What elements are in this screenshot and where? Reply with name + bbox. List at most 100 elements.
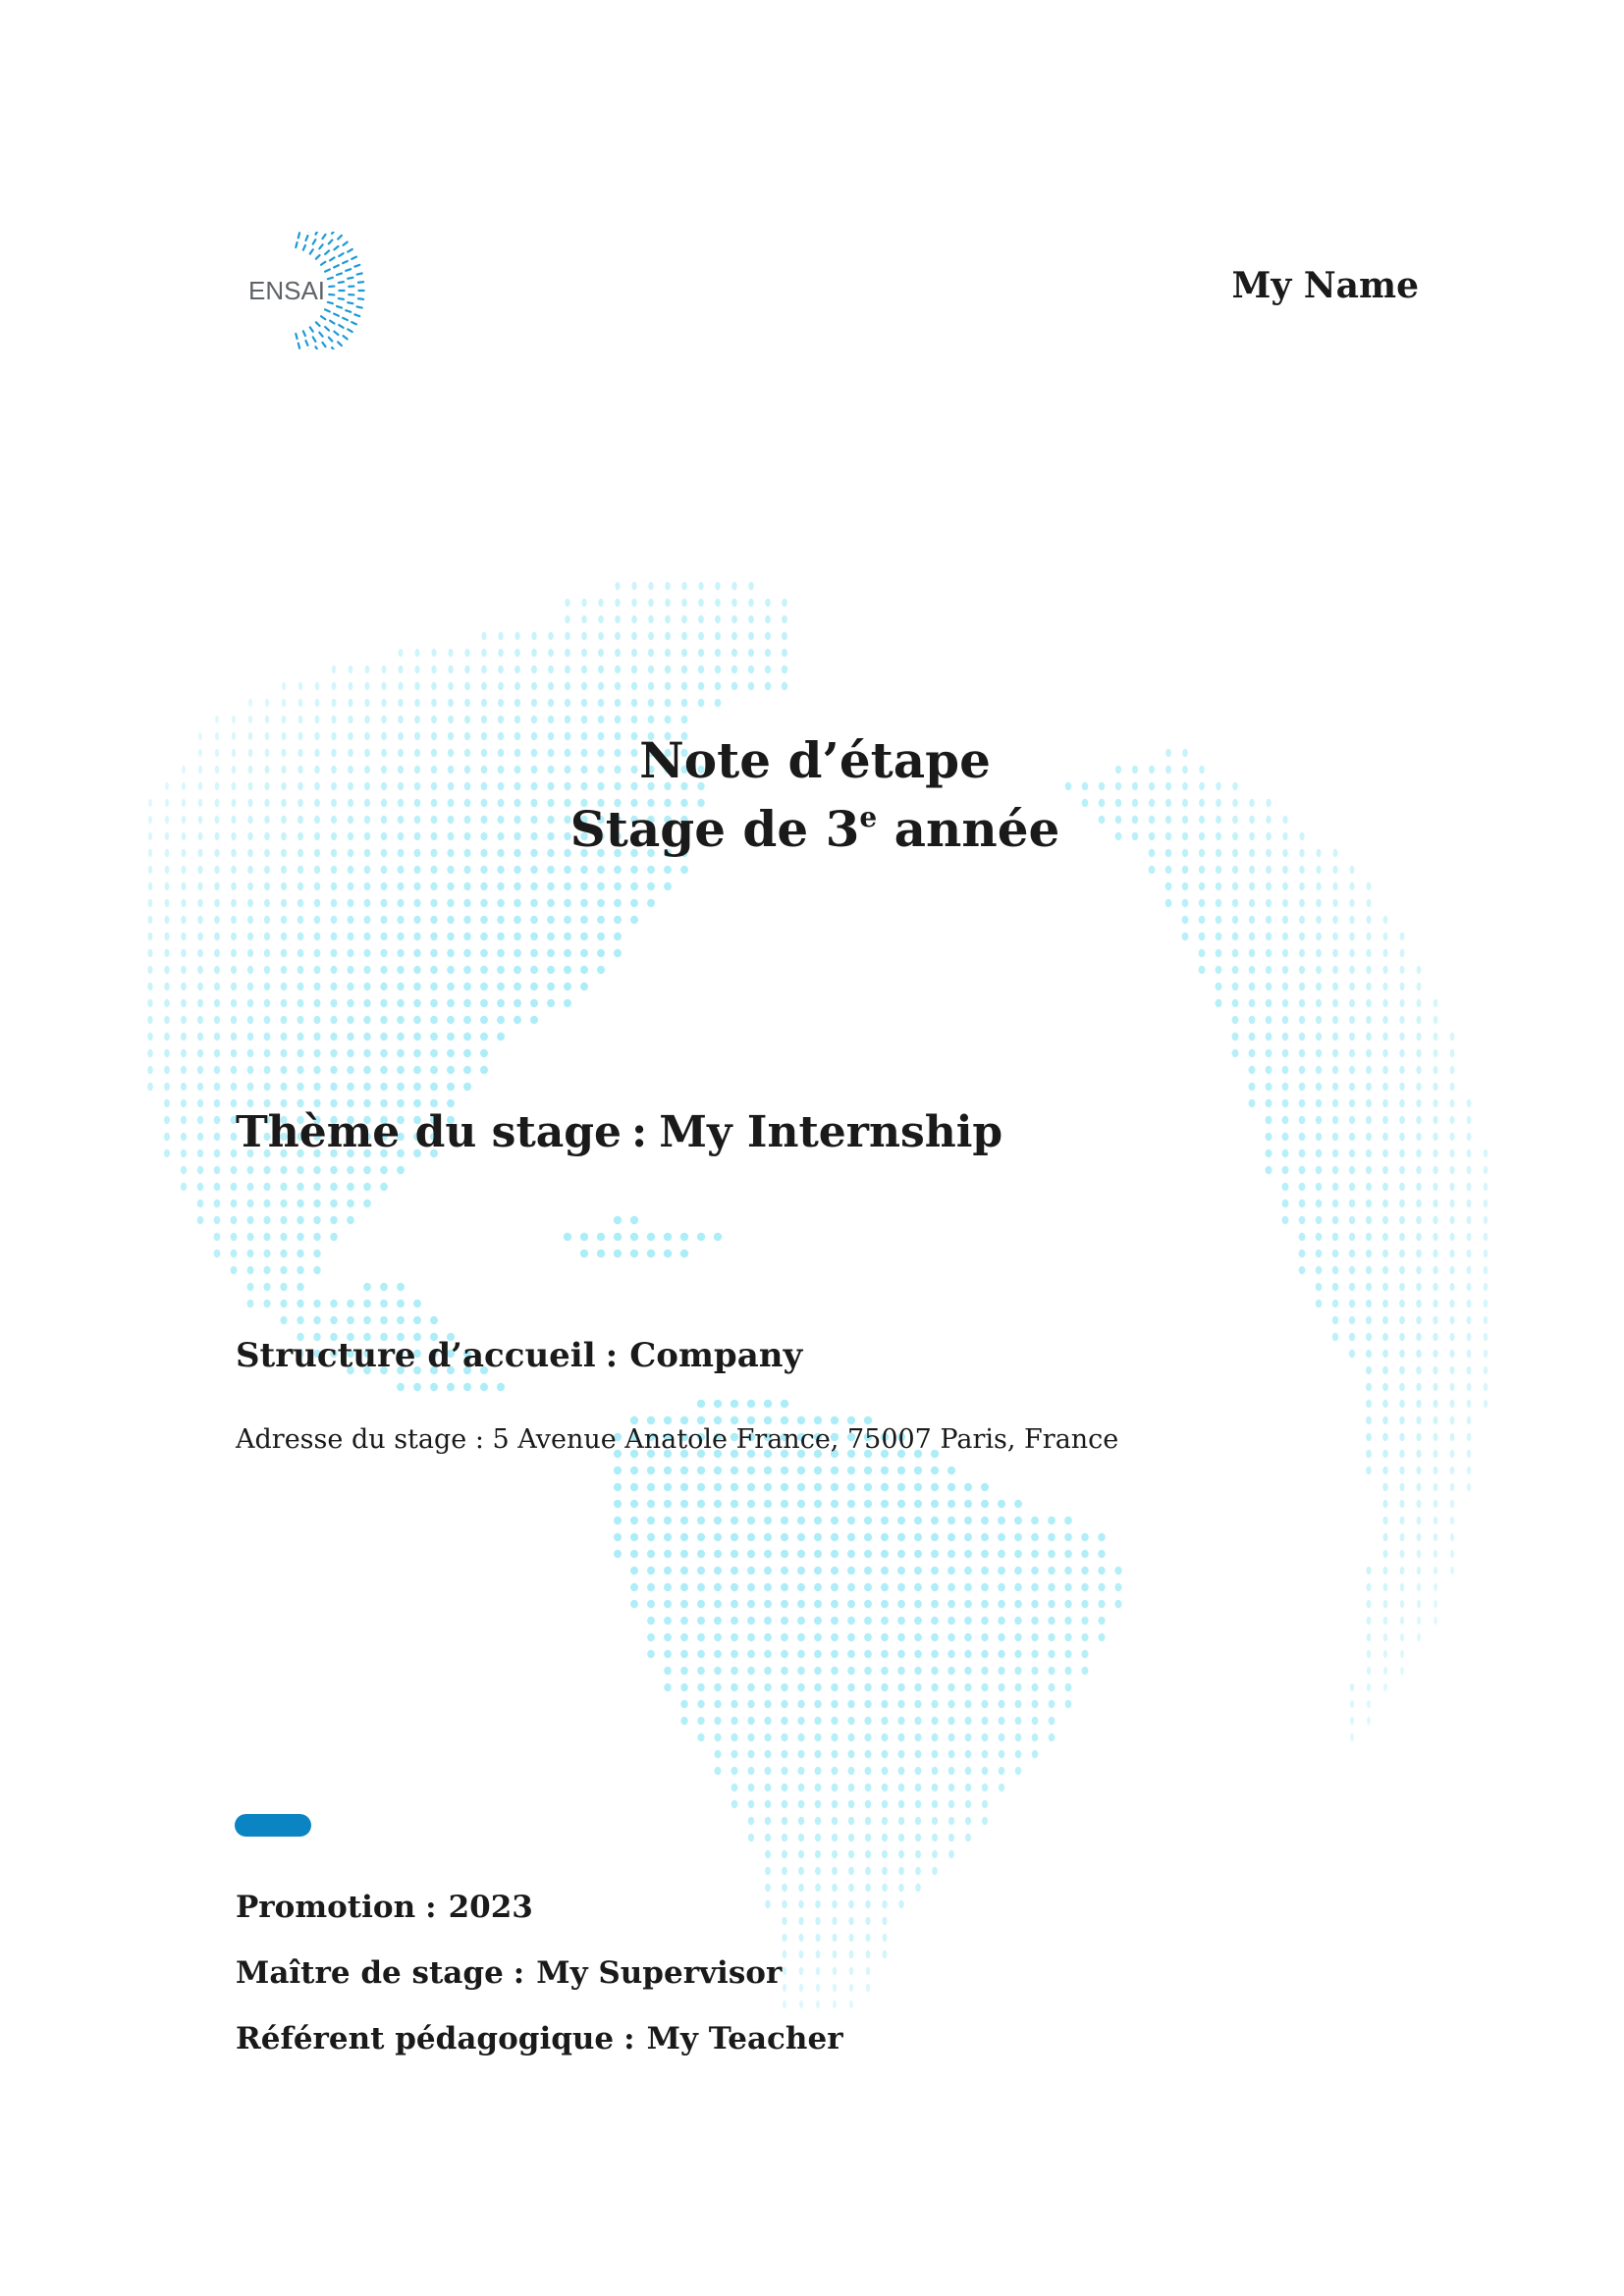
globe-dot bbox=[1014, 1616, 1022, 1626]
globe-dot bbox=[246, 998, 254, 1008]
globe-dot bbox=[1366, 1082, 1372, 1092]
globe-dot bbox=[1382, 1215, 1388, 1225]
globe-dot bbox=[646, 1499, 656, 1509]
globe-dot bbox=[764, 1733, 772, 1742]
accent-bar bbox=[235, 1814, 311, 1837]
globe-dot bbox=[297, 1215, 304, 1225]
globe-dot bbox=[463, 982, 471, 991]
globe-dot bbox=[214, 831, 220, 841]
globe-dot bbox=[1399, 1365, 1405, 1375]
globe-dot bbox=[1399, 1382, 1405, 1392]
globe-dot bbox=[897, 1733, 905, 1742]
globe-dot bbox=[196, 1032, 204, 1041]
globe-dot bbox=[648, 614, 654, 624]
globe-dot bbox=[1298, 982, 1306, 991]
globe-dot bbox=[764, 1649, 772, 1659]
globe-dot bbox=[897, 1716, 905, 1726]
globe-dot bbox=[1399, 1616, 1405, 1626]
globe-dot bbox=[731, 1582, 738, 1592]
globe-dot bbox=[231, 831, 237, 841]
logo-arc-dash bbox=[326, 276, 334, 281]
globe-dot bbox=[630, 865, 638, 875]
globe-dot bbox=[865, 1933, 871, 1943]
globe-dot bbox=[797, 1649, 805, 1659]
globe-dot bbox=[714, 1666, 722, 1676]
globe-dot bbox=[247, 748, 253, 758]
globe-dot bbox=[1231, 865, 1239, 875]
globe-dot bbox=[797, 1599, 805, 1609]
globe-dot bbox=[1298, 1115, 1306, 1125]
globe-dot bbox=[847, 1816, 855, 1826]
globe-dot bbox=[1064, 1649, 1072, 1659]
globe-dot bbox=[530, 932, 538, 941]
globe-dot bbox=[697, 681, 705, 691]
globe-dot bbox=[530, 898, 538, 908]
globe-dot bbox=[1014, 1599, 1022, 1609]
globe-dot bbox=[247, 881, 253, 891]
globe-dot bbox=[264, 831, 270, 841]
globe-dot bbox=[864, 1699, 872, 1709]
globe-dot bbox=[1014, 1516, 1022, 1525]
globe-dot bbox=[630, 881, 638, 891]
globe-dot bbox=[1098, 1632, 1106, 1642]
globe-dot bbox=[1198, 865, 1206, 875]
globe-dot bbox=[964, 1649, 972, 1659]
globe-dot bbox=[747, 1616, 755, 1626]
theme-label: Thème du stage bbox=[236, 1107, 623, 1157]
globe-dot bbox=[1215, 881, 1222, 891]
globe-dot bbox=[514, 665, 520, 674]
globe-dot bbox=[679, 1466, 689, 1475]
globe-dot bbox=[964, 1733, 972, 1742]
globe-dot bbox=[648, 598, 654, 608]
globe-dot bbox=[280, 982, 288, 991]
globe-dot bbox=[1433, 1566, 1438, 1575]
globe-dot bbox=[580, 915, 588, 925]
globe-dot bbox=[197, 815, 203, 825]
globe-dot bbox=[947, 1482, 956, 1492]
globe-dot bbox=[797, 1799, 805, 1809]
globe-dot bbox=[1366, 1682, 1372, 1692]
globe-dot bbox=[947, 1632, 955, 1642]
globe-dot bbox=[1349, 998, 1355, 1008]
globe-dot bbox=[981, 1566, 989, 1575]
logo-arc-dash bbox=[301, 330, 307, 338]
globe-dot bbox=[831, 1766, 839, 1776]
globe-dot bbox=[813, 1566, 823, 1575]
globe-dot bbox=[947, 1599, 955, 1609]
globe-dot bbox=[1449, 1182, 1455, 1192]
globe-dot bbox=[914, 1799, 922, 1809]
globe-dot bbox=[213, 1199, 221, 1208]
globe-dot bbox=[1281, 1015, 1289, 1025]
globe-dot bbox=[1382, 1065, 1388, 1075]
globe-dot bbox=[313, 1249, 321, 1258]
globe-dot bbox=[747, 1699, 755, 1709]
globe-dot bbox=[830, 1499, 839, 1509]
logo-arc-dash bbox=[295, 240, 298, 249]
globe-dot bbox=[781, 1783, 788, 1792]
globe-dot bbox=[648, 581, 654, 591]
globe-dot bbox=[231, 881, 237, 891]
globe-dot bbox=[230, 1165, 238, 1175]
globe-dot bbox=[629, 1232, 639, 1242]
globe-dot bbox=[297, 998, 304, 1008]
globe-dot bbox=[1215, 932, 1222, 941]
globe-dot bbox=[847, 1799, 855, 1809]
globe-dot bbox=[514, 698, 521, 708]
globe-dot bbox=[713, 1399, 723, 1409]
globe-dot bbox=[831, 1749, 839, 1759]
globe-dot bbox=[947, 1666, 955, 1676]
globe-dot bbox=[781, 1699, 788, 1709]
globe-dot bbox=[1433, 1466, 1438, 1475]
globe-dot bbox=[413, 881, 421, 891]
globe-dot bbox=[1416, 1032, 1422, 1041]
globe-dot bbox=[597, 948, 605, 958]
globe-dot bbox=[447, 982, 455, 991]
globe-dot bbox=[564, 698, 571, 708]
globe-dot bbox=[965, 1833, 971, 1842]
globe-dot bbox=[647, 881, 655, 891]
globe-dot bbox=[1048, 1682, 1056, 1692]
globe-dot bbox=[1399, 1115, 1405, 1125]
globe-dot bbox=[646, 1532, 656, 1542]
internship-theme: Thème du stage: My Internship bbox=[236, 1107, 1003, 1157]
globe-dot bbox=[280, 915, 288, 925]
